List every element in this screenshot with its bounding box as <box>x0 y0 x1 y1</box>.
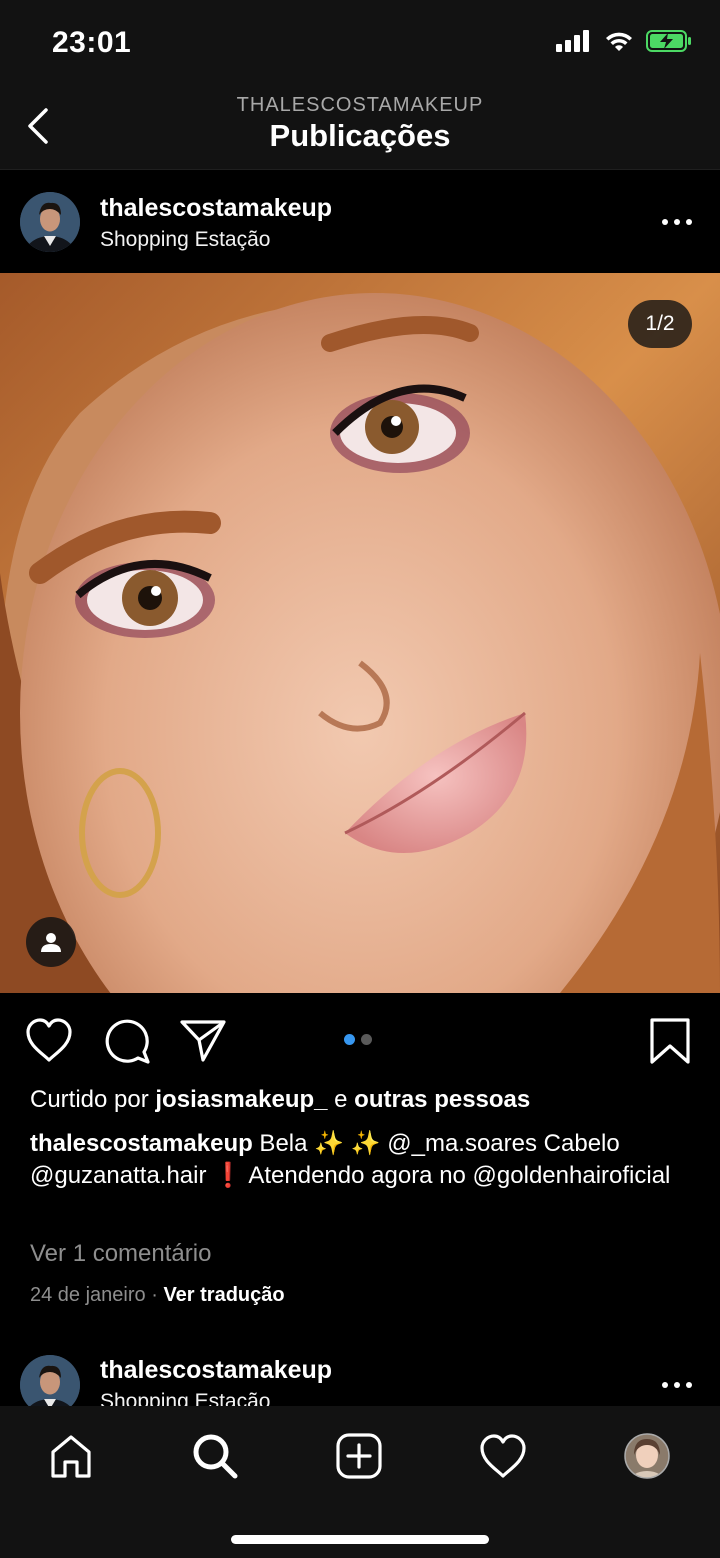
more-dot <box>662 1382 668 1388</box>
comment-button[interactable] <box>102 1016 152 1069</box>
post-image[interactable] <box>0 273 720 993</box>
tab-home[interactable] <box>41 1426 101 1486</box>
comment-icon <box>105 1019 150 1064</box>
avatar[interactable] <box>20 1355 80 1408</box>
send-icon <box>180 1020 226 1062</box>
likes-summary[interactable]: Curtido por josiasmakeup_ e outras pesso… <box>30 1086 530 1114</box>
like-button[interactable] <box>24 1016 74 1069</box>
tab-activity[interactable] <box>473 1426 533 1486</box>
signal-icon <box>556 30 589 52</box>
tab-new-post[interactable] <box>329 1426 389 1486</box>
tab-bar <box>0 1406 720 1558</box>
page-title: Publicações <box>269 118 451 153</box>
likes-others[interactable]: outras pessoas <box>354 1086 530 1113</box>
carousel-dot-active <box>344 1034 355 1045</box>
tagged-users-button[interactable] <box>26 917 76 967</box>
more-dot <box>674 1382 680 1388</box>
status-time: 23:01 <box>52 26 132 59</box>
activity-icon <box>480 1434 526 1478</box>
caption: thalescostamakeup Bela ✨ ✨ @_ma.soares C… <box>30 1128 690 1192</box>
post-username[interactable]: thalescostamakeup <box>100 1356 332 1385</box>
likes-middle: e <box>327 1086 355 1113</box>
more-dot <box>662 219 668 225</box>
nav-header: THALESCOSTAMAKEUP Publicações <box>0 88 720 170</box>
caption-username[interactable]: thalescostamakeup <box>30 1130 253 1157</box>
wifi-icon <box>606 32 632 51</box>
action-row <box>0 1012 720 1068</box>
status-icons <box>556 30 692 52</box>
new-post-icon <box>336 1433 382 1479</box>
bookmark-icon <box>650 1018 690 1064</box>
avatar[interactable] <box>20 192 80 252</box>
more-dot <box>686 1382 692 1388</box>
share-button[interactable] <box>178 1016 228 1069</box>
search-icon <box>193 1434 238 1479</box>
save-button[interactable] <box>648 1016 692 1071</box>
profile-avatar <box>624 1433 670 1479</box>
post-location[interactable]: Shopping Estação <box>100 228 270 252</box>
battery-charging-icon <box>646 30 691 52</box>
home-icon <box>51 1435 91 1478</box>
post-date: 24 de janeiro <box>30 1284 146 1306</box>
more-options-button[interactable] <box>662 1380 692 1390</box>
tab-profile[interactable] <box>617 1426 677 1486</box>
user-icon <box>41 933 61 952</box>
date-separator: · <box>145 1284 164 1306</box>
see-translation-link[interactable]: Ver tradução <box>163 1284 284 1306</box>
carousel-dot <box>361 1034 372 1045</box>
more-options-button[interactable] <box>662 217 692 227</box>
post-username[interactable]: thalescostamakeup <box>100 194 332 223</box>
likes-prefix: Curtido por <box>30 1086 156 1113</box>
status-bar: 23:01 <box>0 0 720 88</box>
view-comments-link[interactable]: Ver 1 comentário <box>30 1240 211 1268</box>
home-indicator[interactable] <box>231 1535 489 1544</box>
tab-search[interactable] <box>185 1426 245 1486</box>
nav-subtitle: THALESCOSTAMAKEUP <box>236 94 484 116</box>
heart-icon <box>26 1018 72 1062</box>
carousel-counter: 1/2 <box>628 300 692 348</box>
post-header: thalescostamakeup Shopping Estação <box>0 170 720 273</box>
date-row: 24 de janeiro · Ver tradução <box>30 1284 285 1307</box>
liked-by-user[interactable]: josiasmakeup_ <box>155 1086 327 1113</box>
more-dot <box>686 219 692 225</box>
next-post-header: thalescostamakeup Shopping Estação <box>0 1338 720 1408</box>
more-dot <box>674 219 680 225</box>
carousel-indicator <box>344 1034 372 1045</box>
